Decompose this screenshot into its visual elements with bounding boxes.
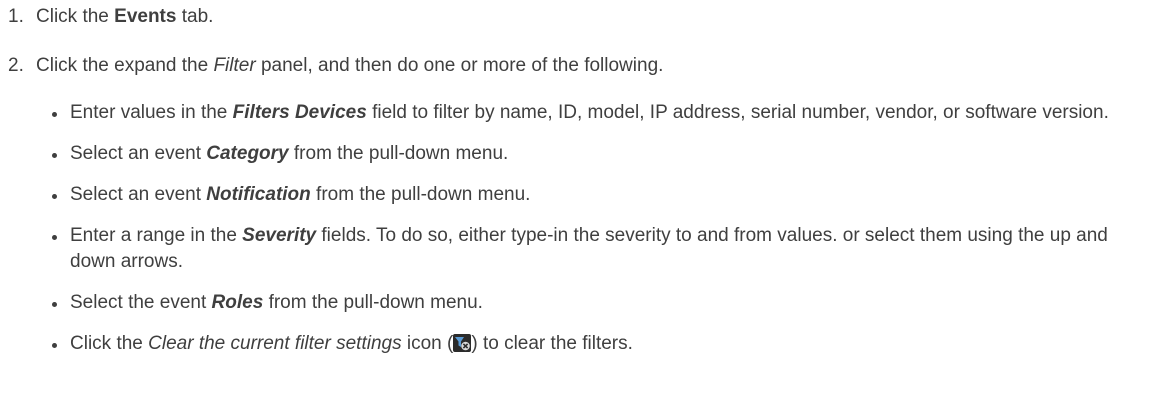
step-text: Click the expand the	[36, 55, 214, 76]
clear-filter-icon	[453, 334, 472, 352]
list-item: Select the event Roles from the pull-dow…	[44, 290, 1152, 316]
step-text: Click the	[36, 6, 115, 27]
item-text: from the pull-down menu.	[288, 143, 509, 164]
field-reference: Roles	[211, 292, 264, 313]
procedure-document: 1. Click the Events tab. 2. Click the expa…	[0, 0, 1154, 402]
list-item: Enter values in the Filters Devices fiel…	[44, 100, 1152, 126]
step-text: panel, and then do one or more of the fo…	[255, 55, 664, 76]
item-text: from the pull-down menu.	[310, 184, 531, 205]
item-text: Click the	[70, 333, 149, 354]
field-reference: Category	[206, 143, 289, 164]
field-reference: Filters Devices	[232, 102, 367, 123]
item-text: Select an event	[70, 143, 207, 164]
list-item: Click the Clear the current filter setti…	[44, 331, 1152, 357]
step-number: 2.	[8, 55, 24, 76]
item-text: from the pull-down menu.	[263, 292, 483, 313]
events-tab-reference: Events	[114, 6, 177, 27]
filter-panel-reference: Filter	[213, 55, 256, 76]
item-text: ) to clear the filters.	[471, 333, 633, 354]
field-reference: Notification	[206, 184, 311, 205]
list-item: Select an event Notification from the pu…	[44, 182, 1152, 208]
field-reference: Severity	[242, 225, 317, 246]
step-1: 1. Click the Events tab.	[0, 4, 213, 30]
filter-options-list: Enter values in the Filters Devices fiel…	[44, 100, 1152, 372]
list-item: Enter a range in the Severity fields. To…	[44, 223, 1152, 275]
item-text: Select the event	[70, 292, 212, 313]
step-text: tab.	[176, 6, 214, 27]
step-2: 2. Click the expand the Filter panel, and…	[0, 53, 663, 79]
item-text: field to filter by name, ID, model, IP a…	[366, 102, 1109, 123]
list-item: Select an event Category from the pull-d…	[44, 141, 1152, 167]
icon-name-reference: Clear the current filter settings	[148, 333, 402, 354]
item-text: Select an event	[70, 184, 207, 205]
step-number: 1.	[8, 6, 24, 27]
item-text: Enter values in the	[70, 102, 233, 123]
item-text: Enter a range in the	[70, 225, 243, 246]
item-text: icon (	[401, 333, 454, 354]
